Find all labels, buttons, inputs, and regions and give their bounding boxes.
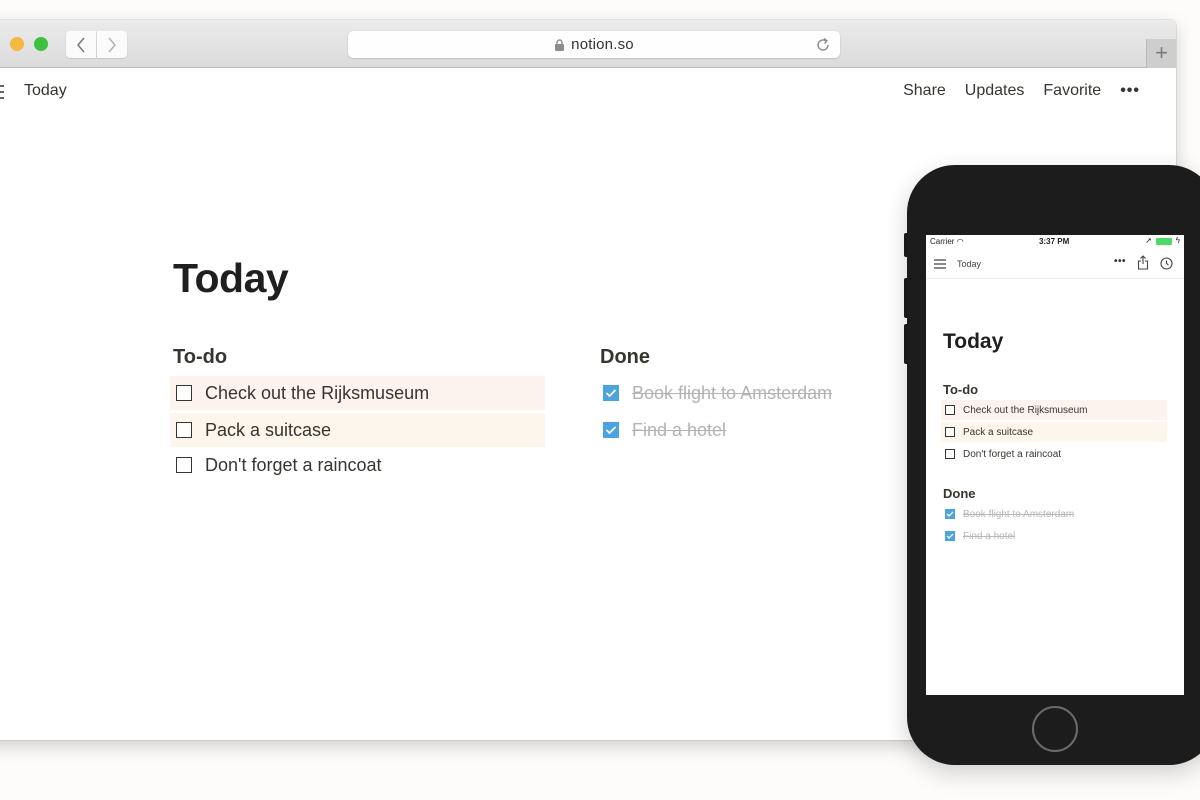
chevron-left-icon xyxy=(76,36,85,53)
back-button[interactable] xyxy=(66,31,96,58)
done-heading[interactable]: Done xyxy=(600,346,650,369)
favorite-button[interactable]: Favorite xyxy=(1043,82,1101,100)
mobile-done-item-text[interactable]: Find a hotel xyxy=(963,531,1015,542)
todo-item[interactable]: Don't forget a raincoat xyxy=(170,448,545,482)
history-clock-icon[interactable] xyxy=(1160,257,1173,270)
checkbox-checked[interactable] xyxy=(945,531,955,541)
page-title[interactable]: Today xyxy=(173,255,289,302)
mobile-todo-item[interactable]: Pack a suitcase xyxy=(941,422,1167,442)
menu-icon[interactable] xyxy=(934,259,946,269)
browser-toolbar: notion.so + xyxy=(0,20,1176,68)
todo-heading[interactable]: To-do xyxy=(173,346,227,369)
mobile-done-heading[interactable]: Done xyxy=(943,486,976,501)
checkbox-unchecked[interactable] xyxy=(945,405,955,415)
forward-button[interactable] xyxy=(97,31,127,58)
carrier-label: Carrier ◠ xyxy=(930,237,964,246)
checkbox-checked[interactable] xyxy=(603,385,619,401)
checkmark-icon xyxy=(946,511,954,517)
mobile-done-item[interactable]: Book flight to Amsterdam xyxy=(941,504,1167,524)
minimize-button[interactable] xyxy=(10,37,24,51)
share-button[interactable]: Share xyxy=(903,82,946,100)
checkbox-unchecked[interactable] xyxy=(176,457,192,473)
address-bar[interactable]: notion.so xyxy=(348,31,840,58)
checkbox-checked[interactable] xyxy=(603,422,619,438)
mobile-todo-item-text[interactable]: Don't forget a raincoat xyxy=(963,449,1061,460)
menu-icon[interactable] xyxy=(0,85,4,99)
page-actions: Share Updates Favorite ••• xyxy=(903,82,1140,100)
todo-item[interactable]: Check out the Rijksmuseum xyxy=(170,376,545,410)
todo-item[interactable]: Pack a suitcase xyxy=(170,413,545,447)
lock-icon xyxy=(555,38,565,51)
mobile-todo-item[interactable]: Don't forget a raincoat xyxy=(941,444,1167,464)
mobile-done-item-text[interactable]: Book flight to Amsterdam xyxy=(963,509,1074,520)
more-options-icon[interactable]: ••• xyxy=(1120,82,1140,100)
mobile-todo-item[interactable]: Check out the Rijksmuseum xyxy=(941,400,1167,420)
reload-icon[interactable] xyxy=(814,36,832,54)
chevron-right-icon xyxy=(108,36,117,53)
mobile-done-item[interactable]: Find a hotel xyxy=(941,526,1167,546)
checkmark-icon xyxy=(946,533,954,539)
location-icon: ➚ xyxy=(1145,236,1152,245)
wifi-icon: ◠ xyxy=(956,237,964,246)
mobile-todo-item-text[interactable]: Check out the Rijksmuseum xyxy=(963,405,1088,416)
phone-mockup: Carrier ◠ 3:37 PM ➚ ϟ Today ••• Today To… xyxy=(907,165,1200,765)
mobile-nav-bar: Today ••• xyxy=(926,251,1184,279)
done-item-text[interactable]: Find a hotel xyxy=(632,420,726,441)
charging-icon: ϟ xyxy=(1175,236,1180,245)
todo-item-text[interactable]: Pack a suitcase xyxy=(205,420,331,441)
todo-item-text[interactable]: Don't forget a raincoat xyxy=(205,455,382,476)
more-options-icon[interactable]: ••• xyxy=(1114,256,1126,267)
url-text: notion.so xyxy=(571,36,634,53)
home-button[interactable] xyxy=(1032,706,1078,752)
todo-item-text[interactable]: Check out the Rijksmuseum xyxy=(205,383,429,404)
new-tab-button[interactable]: + xyxy=(1146,39,1176,68)
done-item[interactable]: Book flight to Amsterdam xyxy=(597,376,897,410)
updates-button[interactable]: Updates xyxy=(965,82,1025,100)
status-time: 3:37 PM xyxy=(1039,237,1070,246)
mobile-page-title[interactable]: Today xyxy=(943,330,1003,354)
breadcrumb[interactable]: Today xyxy=(24,82,67,100)
checkmark-icon xyxy=(605,389,617,398)
checkmark-icon xyxy=(605,426,617,435)
battery-icon xyxy=(1156,238,1172,245)
mobile-todo-heading[interactable]: To-do xyxy=(943,382,978,397)
checkbox-unchecked[interactable] xyxy=(945,427,955,437)
status-bar: Carrier ◠ 3:37 PM ➚ ϟ xyxy=(926,235,1184,249)
checkbox-unchecked[interactable] xyxy=(176,422,192,438)
checkbox-unchecked[interactable] xyxy=(176,385,192,401)
mobile-todo-item-text[interactable]: Pack a suitcase xyxy=(963,427,1033,438)
done-item[interactable]: Find a hotel xyxy=(597,413,897,447)
checkbox-checked[interactable] xyxy=(945,509,955,519)
notion-topbar: Today Share Updates Favorite ••• xyxy=(0,68,1176,114)
share-icon[interactable] xyxy=(1137,255,1149,270)
mobile-breadcrumb[interactable]: Today xyxy=(957,259,981,269)
checkbox-unchecked[interactable] xyxy=(945,449,955,459)
maximize-button[interactable] xyxy=(34,37,48,51)
phone-screen: Carrier ◠ 3:37 PM ➚ ϟ Today ••• Today To… xyxy=(926,235,1184,695)
done-item-text[interactable]: Book flight to Amsterdam xyxy=(632,383,832,404)
